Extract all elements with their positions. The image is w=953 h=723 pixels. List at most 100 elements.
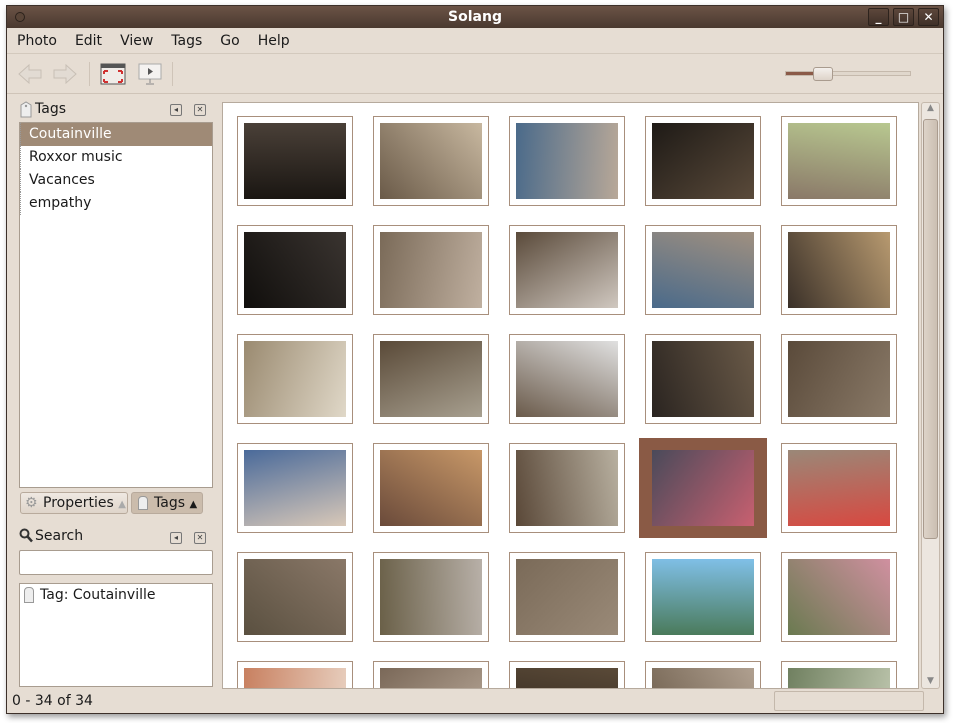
search-panel-close-button[interactable]: ✕ (194, 532, 206, 544)
photo-image (380, 123, 482, 199)
photo-image (244, 341, 346, 417)
photo-thumbnail[interactable] (237, 334, 353, 424)
menu-tags[interactable]: Tags (171, 33, 210, 49)
back-arrow-icon[interactable] (17, 63, 43, 85)
toolbar-separator (172, 62, 173, 86)
zoom-slider[interactable] (785, 67, 911, 81)
menu-edit[interactable]: Edit (75, 33, 110, 49)
search-input[interactable] (19, 550, 213, 575)
photo-thumbnail[interactable] (645, 334, 761, 424)
tag-item-roxxor-music[interactable]: Roxxor music (20, 146, 212, 169)
close-button[interactable]: ✕ (918, 8, 939, 26)
search-panel-dock-button[interactable]: ◂ (170, 532, 182, 544)
photo-image (516, 450, 618, 526)
scroll-down-icon[interactable]: ▼ (922, 676, 939, 686)
status-progress (774, 691, 924, 711)
forward-arrow-icon[interactable] (52, 63, 78, 85)
toolbar (7, 54, 943, 94)
photo-image (652, 123, 754, 199)
photo-thumbnail[interactable] (509, 225, 625, 315)
photo-count: 0 - 34 of 34 (12, 693, 93, 709)
menu-view[interactable]: View (120, 33, 161, 49)
thumbnail-grid (222, 102, 919, 689)
scroll-up-icon[interactable]: ▲ (922, 103, 939, 113)
photo-thumbnail[interactable] (781, 661, 897, 688)
photo-thumbnail[interactable] (509, 116, 625, 206)
photo-thumbnail[interactable] (645, 116, 761, 206)
photo-image (244, 450, 346, 526)
tag-icon (138, 496, 148, 510)
photo-thumbnail[interactable] (373, 225, 489, 315)
scrollbar-thumb[interactable] (923, 119, 938, 539)
photo-thumbnail[interactable] (781, 552, 897, 642)
tag-item-vacances[interactable]: Vacances (20, 169, 212, 192)
photo-thumbnail[interactable] (781, 225, 897, 315)
tag-item-coutainville[interactable]: Coutainville (20, 123, 212, 146)
tags-panel-close-button[interactable]: ✕ (194, 104, 206, 116)
tags-tab-label: Tags (154, 495, 185, 511)
tags-panel-dock-button[interactable]: ◂ (170, 104, 182, 116)
photo-thumbnail[interactable] (645, 552, 761, 642)
photo-thumbnail[interactable] (509, 552, 625, 642)
slideshow-icon[interactable] (137, 63, 163, 85)
tags-panel-title: Tags (35, 101, 66, 117)
photo-thumbnail[interactable] (781, 443, 897, 533)
photo-thumbnail[interactable] (237, 116, 353, 206)
photo-image (652, 668, 754, 688)
photo-image (516, 123, 618, 199)
photo-thumbnail[interactable] (373, 116, 489, 206)
photo-thumbnail[interactable] (373, 552, 489, 642)
properties-tab-label: Properties (43, 495, 114, 511)
tag-icon (20, 101, 32, 118)
photo-thumbnail[interactable] (237, 661, 353, 688)
photo-thumbnail[interactable] (509, 334, 625, 424)
photo-thumbnail[interactable] (645, 661, 761, 688)
menu-go[interactable]: Go (220, 33, 247, 49)
photo-image (788, 450, 890, 526)
fullscreen-icon[interactable] (100, 63, 126, 85)
tag-item-empathy[interactable]: empathy (20, 192, 212, 215)
photo-image (788, 341, 890, 417)
photo-image (788, 668, 890, 688)
chevron-up-icon: ▲ (118, 499, 126, 510)
zoom-slider-handle[interactable] (813, 67, 834, 81)
photo-thumbnail[interactable] (237, 443, 353, 533)
window-menu-icon[interactable] (15, 12, 25, 22)
photo-image (516, 341, 618, 417)
main-window: Solang _ □ ✕ Photo Edit View Tags Go Hel… (6, 5, 944, 714)
menu-help[interactable]: Help (258, 33, 298, 49)
photo-image (788, 123, 890, 199)
photo-thumbnail[interactable] (237, 225, 353, 315)
photo-thumbnail[interactable] (373, 661, 489, 688)
toolbar-separator (89, 62, 90, 86)
photo-image (380, 341, 482, 417)
photo-thumbnail[interactable] (509, 661, 625, 688)
photo-thumbnail[interactable] (781, 334, 897, 424)
photo-image (380, 450, 482, 526)
photo-thumbnail[interactable] (373, 443, 489, 533)
gear-icon: ⚙ (25, 495, 38, 511)
photo-image (380, 559, 482, 635)
photo-image (788, 559, 890, 635)
photo-image (652, 232, 754, 308)
photo-image (652, 450, 754, 526)
search-criterion[interactable]: Tag: Coutainville (20, 584, 212, 603)
menu-bar: Photo Edit View Tags Go Help (7, 28, 943, 54)
photo-image (244, 668, 346, 688)
photo-thumbnail[interactable] (373, 334, 489, 424)
vertical-scrollbar[interactable]: ▲ ▼ (921, 102, 940, 689)
search-icon (19, 528, 33, 543)
photo-thumbnail[interactable] (781, 116, 897, 206)
photo-image (244, 123, 346, 199)
photo-image (516, 232, 618, 308)
maximize-button[interactable]: □ (893, 8, 914, 26)
photo-thumbnail[interactable] (237, 552, 353, 642)
properties-tab[interactable]: ⚙ Properties ▲ (20, 492, 128, 514)
menu-photo[interactable]: Photo (17, 33, 65, 49)
photo-thumbnail[interactable] (509, 443, 625, 533)
tags-tab[interactable]: Tags ▲ (131, 492, 203, 514)
minimize-button[interactable]: _ (868, 8, 889, 26)
photo-thumbnail[interactable] (639, 438, 767, 538)
photo-image (380, 668, 482, 688)
photo-thumbnail[interactable] (645, 225, 761, 315)
